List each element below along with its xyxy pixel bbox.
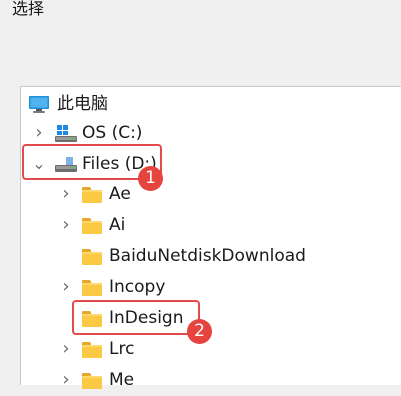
tree-item-label: BaiduNetdiskDownload — [109, 246, 306, 266]
tree-item-label: Me — [109, 370, 135, 390]
tree-item-lrc[interactable]: › Lrc — [21, 334, 401, 365]
dialog-title: 选择 — [12, 0, 45, 18]
chevron-right-icon[interactable]: › — [58, 370, 74, 390]
tree-item-label: 此电脑 — [57, 94, 108, 114]
folder-icon — [81, 339, 103, 359]
annotation-badge-2: 2 — [187, 319, 212, 344]
tree-item-ai[interactable]: › Ai — [21, 210, 401, 241]
tree-item-ae[interactable]: › Ae — [21, 179, 401, 210]
tree-item-baidunetdiskdownload[interactable]: BaiduNetdiskDownload — [21, 241, 401, 272]
folder-icon — [81, 277, 103, 297]
chevron-right-icon[interactable]: › — [58, 339, 74, 359]
tree-item-me[interactable]: › Me — [21, 365, 401, 396]
annotation-badge-1: 1 — [138, 166, 163, 191]
tree-item-label: OS (C:) — [82, 123, 143, 143]
chevron-right-icon[interactable]: › — [31, 123, 47, 143]
folder-icon — [81, 215, 103, 235]
tree-item-this-pc[interactable]: 此电脑 — [21, 89, 401, 120]
annotation-highlight-2 — [72, 300, 200, 335]
tree-item-label: Incopy — [109, 277, 166, 297]
drive-icon — [54, 123, 77, 143]
folder-icon — [81, 370, 103, 390]
computer-icon — [28, 94, 50, 114]
folder-icon — [81, 184, 103, 204]
chevron-right-icon[interactable]: › — [58, 215, 74, 235]
tree-item-label: Ai — [109, 215, 126, 235]
folder-tree: 此电脑 › OS (C:) ⌄ Files (D:) › Ae › Ai Bai… — [20, 86, 401, 390]
tree-item-incopy[interactable]: › Incopy — [21, 272, 401, 303]
chevron-right-icon[interactable]: › — [58, 277, 74, 297]
tree-item-label: Lrc — [109, 339, 135, 359]
tree-item-label: Ae — [109, 184, 131, 204]
chevron-right-icon[interactable]: › — [58, 184, 74, 204]
folder-icon — [81, 246, 103, 266]
